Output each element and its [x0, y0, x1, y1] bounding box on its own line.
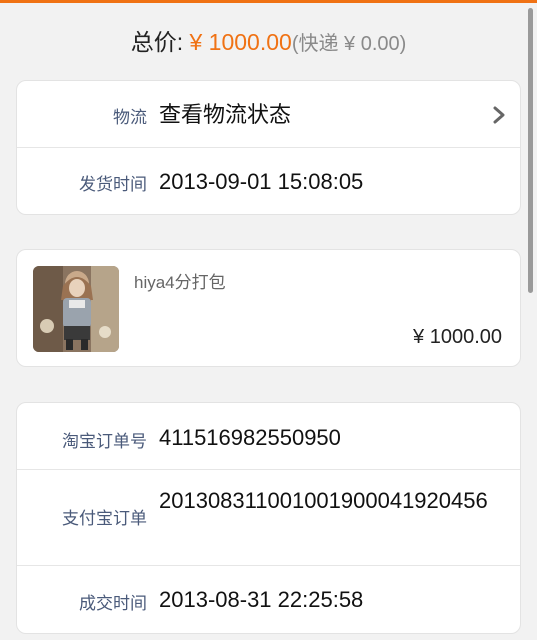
- ship-time-row: 发货时间 2013-09-01 15:08:05: [17, 148, 520, 215]
- logistics-label: 物流: [113, 108, 147, 127]
- product-thumbnail[interactable]: [33, 266, 119, 352]
- deal-time-value: 2013-08-31 22:25:58: [159, 587, 364, 612]
- product-name[interactable]: hiya4分打包: [134, 268, 226, 293]
- alipay-order-number: 201308311001001900041920456: [159, 488, 488, 513]
- deal-time-label: 成交时间: [79, 594, 147, 613]
- order-info-card: 淘宝订单号 411516982550950 支付宝订单 201308311001…: [16, 402, 521, 634]
- top-accent-bar: [0, 0, 537, 3]
- ship-time-value: 2013-09-01 15:08:05: [159, 169, 364, 194]
- product-price: ¥ 1000.00: [413, 326, 502, 348]
- logistics-row[interactable]: 物流 查看物流状态: [17, 81, 520, 148]
- chevron-right-icon[interactable]: [492, 105, 506, 125]
- product-card[interactable]: hiya4分打包 ¥ 1000.00: [16, 249, 521, 367]
- alipay-order-row: 支付宝订单 201308311001001900041920456: [17, 470, 520, 566]
- total-amount: ¥ 1000.00: [189, 29, 292, 55]
- deal-time-row: 成交时间 2013-08-31 22:25:58: [17, 566, 520, 634]
- alipay-order-label: 支付宝订单: [62, 509, 147, 528]
- logistics-card: 物流 查看物流状态 发货时间 2013-09-01 15:08:05: [16, 80, 521, 215]
- taobao-order-row: 淘宝订单号 411516982550950: [17, 403, 520, 470]
- ship-time-label: 发货时间: [79, 175, 147, 194]
- shipping-fee: (快递 ¥ 0.00): [291, 33, 407, 55]
- taobao-order-number: 411516982550950: [159, 425, 341, 450]
- logistics-status-link[interactable]: 查看物流状态: [159, 99, 291, 131]
- total-label: 总价:: [130, 29, 184, 55]
- order-total: 总价: ¥ 1000.00(快递 ¥ 0.00): [0, 24, 537, 62]
- taobao-order-label: 淘宝订单号: [62, 432, 147, 451]
